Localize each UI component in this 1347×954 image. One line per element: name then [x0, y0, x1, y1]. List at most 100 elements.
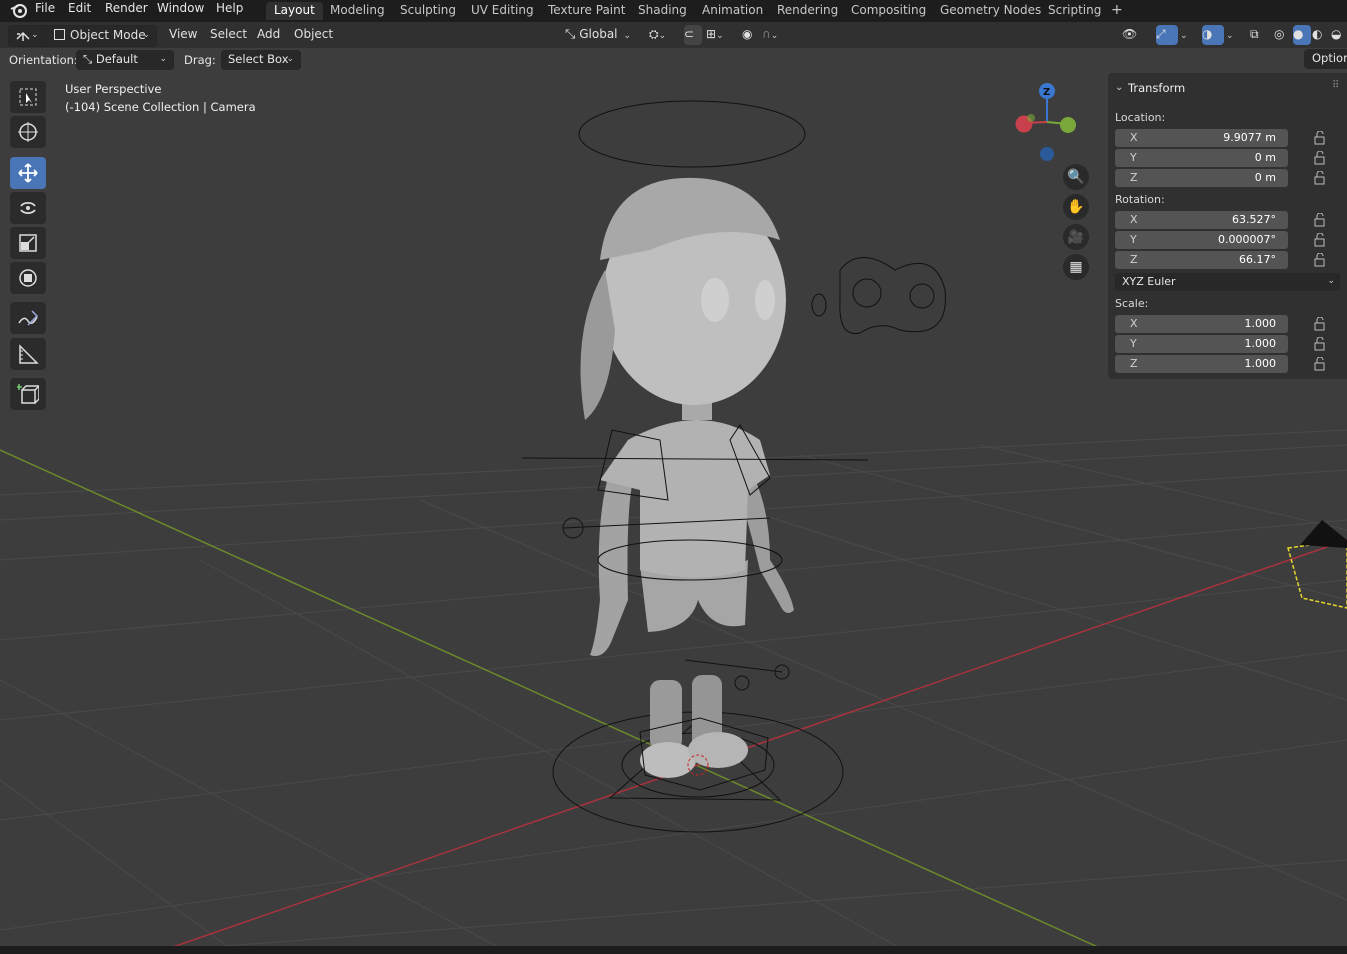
menu-add[interactable]: Add: [257, 25, 280, 45]
blender-logo-icon[interactable]: [10, 2, 27, 21]
navigation-gizmo[interactable]: Z: [1010, 80, 1085, 165]
shading-rendered-button[interactable]: ◒: [1331, 25, 1347, 45]
rotation-mode-label: XYZ Euler: [1122, 275, 1176, 288]
rotate-tool[interactable]: [10, 192, 46, 224]
location-y-field[interactable]: Y0 m: [1115, 149, 1288, 167]
overlays-dropdown[interactable]: ⌄: [1226, 25, 1240, 45]
gizmo-toggle[interactable]: ⤢: [1156, 25, 1178, 45]
tab-texture-paint[interactable]: Texture Paint: [540, 2, 633, 20]
overlays-toggle[interactable]: ◑: [1202, 25, 1224, 45]
tab-scripting[interactable]: Scripting: [1040, 2, 1109, 20]
lock-scale-y-icon[interactable]: [1313, 337, 1327, 351]
transform-icon: [19, 269, 37, 287]
menu-help[interactable]: Help: [216, 0, 243, 20]
menu-render[interactable]: Render: [105, 0, 148, 20]
menu-select[interactable]: Select: [210, 25, 247, 45]
x-axis-line: [169, 539, 1347, 948]
rotation-x-field[interactable]: X 63.527°: [1115, 211, 1288, 229]
menu-object[interactable]: Object: [294, 25, 333, 45]
transform-tool[interactable]: [10, 262, 46, 294]
lock-rotation-z-icon[interactable]: [1313, 253, 1327, 267]
visibility-dropdown[interactable]: 👁: [1122, 25, 1150, 45]
scale-tool[interactable]: [10, 227, 46, 259]
pan-button[interactable]: ✋: [1063, 194, 1089, 220]
gizmo-y-axis[interactable]: [1060, 117, 1076, 133]
menu-window[interactable]: Window: [157, 0, 204, 20]
menu-view[interactable]: View: [169, 25, 197, 45]
tab-geometry-nodes[interactable]: Geometry Nodes: [932, 2, 1049, 20]
tab-animation[interactable]: Animation: [694, 2, 771, 20]
lock-scale-x-icon[interactable]: [1313, 317, 1327, 331]
transform-orientation-dropdown[interactable]: ⤡ Global ⌄: [565, 25, 641, 45]
menu-edit[interactable]: Edit: [68, 0, 91, 20]
cursor-icon: [18, 122, 38, 142]
rotation-y-field[interactable]: Y 0.000007°: [1115, 231, 1288, 249]
xray-icon: ⧉: [1250, 27, 1259, 41]
lock-location-x-icon[interactable]: [1313, 131, 1327, 145]
perspective-toggle-button[interactable]: ▦: [1063, 254, 1089, 280]
lock-rotation-y-icon[interactable]: [1313, 233, 1327, 247]
camera-view-button[interactable]: 🎥: [1063, 224, 1089, 250]
move-tool[interactable]: [10, 157, 46, 189]
falloff-dropdown[interactable]: ∩⌄: [762, 25, 792, 45]
tab-layout[interactable]: Layout: [266, 2, 323, 20]
rendered-sphere-icon: ◒: [1331, 27, 1342, 41]
drag-label: Drag:: [184, 53, 216, 67]
drag-handle-icon[interactable]: ⠿: [1332, 80, 1339, 91]
select-box-icon: [19, 88, 37, 106]
camera-object[interactable]: [1287, 520, 1347, 609]
zoom-button[interactable]: 🔍: [1063, 164, 1089, 190]
object-mode-icon: [54, 29, 65, 40]
snap-target-dropdown[interactable]: ⊞⌄: [706, 25, 736, 45]
rotation-label: Rotation:: [1115, 193, 1165, 206]
measure-tool[interactable]: [10, 338, 46, 370]
add-cube-tool[interactable]: [10, 378, 46, 410]
select-box-tool[interactable]: [10, 81, 46, 113]
zoom-icon: 🔍: [1067, 169, 1085, 185]
tab-uv-editing[interactable]: UV Editing: [463, 2, 542, 20]
lock-location-z-icon[interactable]: [1313, 171, 1327, 185]
snap-toggle[interactable]: ⊂: [684, 25, 702, 45]
pivot-point-dropdown[interactable]: ⛭⌄: [649, 25, 679, 45]
editor-type-dropdown[interactable]: ⌄: [8, 25, 50, 47]
shading-wireframe-button[interactable]: ◎: [1274, 25, 1292, 45]
orientation-value: Default: [95, 52, 138, 66]
camera-icon: 🎥: [1067, 229, 1085, 245]
shading-material-button[interactable]: ◐: [1312, 25, 1330, 45]
editor-type-icon: [16, 31, 30, 41]
location-z-field[interactable]: Z0 m: [1115, 169, 1288, 187]
scale-z-field[interactable]: Z 1.000: [1115, 355, 1288, 373]
scale-y-field[interactable]: Y 1.000: [1115, 335, 1288, 353]
lock-location-y-icon[interactable]: [1313, 151, 1327, 165]
xray-toggle[interactable]: ⧉: [1250, 25, 1268, 45]
tab-compositing[interactable]: Compositing: [843, 2, 934, 20]
tab-modeling[interactable]: Modeling: [322, 2, 393, 20]
snap-increment-icon: ⊞: [706, 27, 717, 41]
rotation-z-field[interactable]: Z 66.17°: [1115, 251, 1288, 269]
proportional-edit-toggle[interactable]: ◉: [742, 25, 760, 45]
material-sphere-icon: ◐: [1312, 27, 1323, 41]
tab-rendering[interactable]: Rendering: [769, 2, 846, 20]
options-button[interactable]: Option: [1304, 49, 1347, 69]
panel-collapse-chevron-icon[interactable]: ⌄: [1115, 82, 1123, 93]
tab-sculpting[interactable]: Sculpting: [392, 2, 464, 20]
lock-rotation-x-icon[interactable]: [1313, 213, 1327, 227]
rotation-mode-dropdown[interactable]: XYZ Euler ⌄: [1115, 273, 1340, 291]
menu-file[interactable]: File: [35, 0, 55, 20]
drag-dropdown[interactable]: Select Box ⌄: [221, 50, 301, 70]
orientation-global-icon: ⤡: [565, 27, 576, 42]
gizmo-dropdown[interactable]: ⌄: [1180, 25, 1194, 45]
shading-solid-button[interactable]: ●: [1293, 25, 1311, 45]
orientation-icon: ⤡: [83, 52, 93, 66]
gizmo-neg-z-axis[interactable]: [1040, 147, 1054, 161]
location-x-field[interactable]: X 9.9077 m: [1115, 129, 1288, 147]
mode-dropdown[interactable]: Object Mode ⌄: [47, 25, 157, 47]
scale-x-field[interactable]: X 1.000: [1115, 315, 1288, 333]
cursor-tool[interactable]: [10, 116, 46, 148]
transform-title[interactable]: Transform: [1128, 81, 1185, 95]
add-workspace-button[interactable]: +: [1103, 2, 1131, 20]
tab-shading[interactable]: Shading: [630, 2, 695, 20]
annotate-tool[interactable]: [10, 302, 46, 334]
lock-scale-z-icon[interactable]: [1313, 357, 1327, 371]
orientation-dropdown[interactable]: ⤡ Default ⌄: [76, 50, 174, 70]
